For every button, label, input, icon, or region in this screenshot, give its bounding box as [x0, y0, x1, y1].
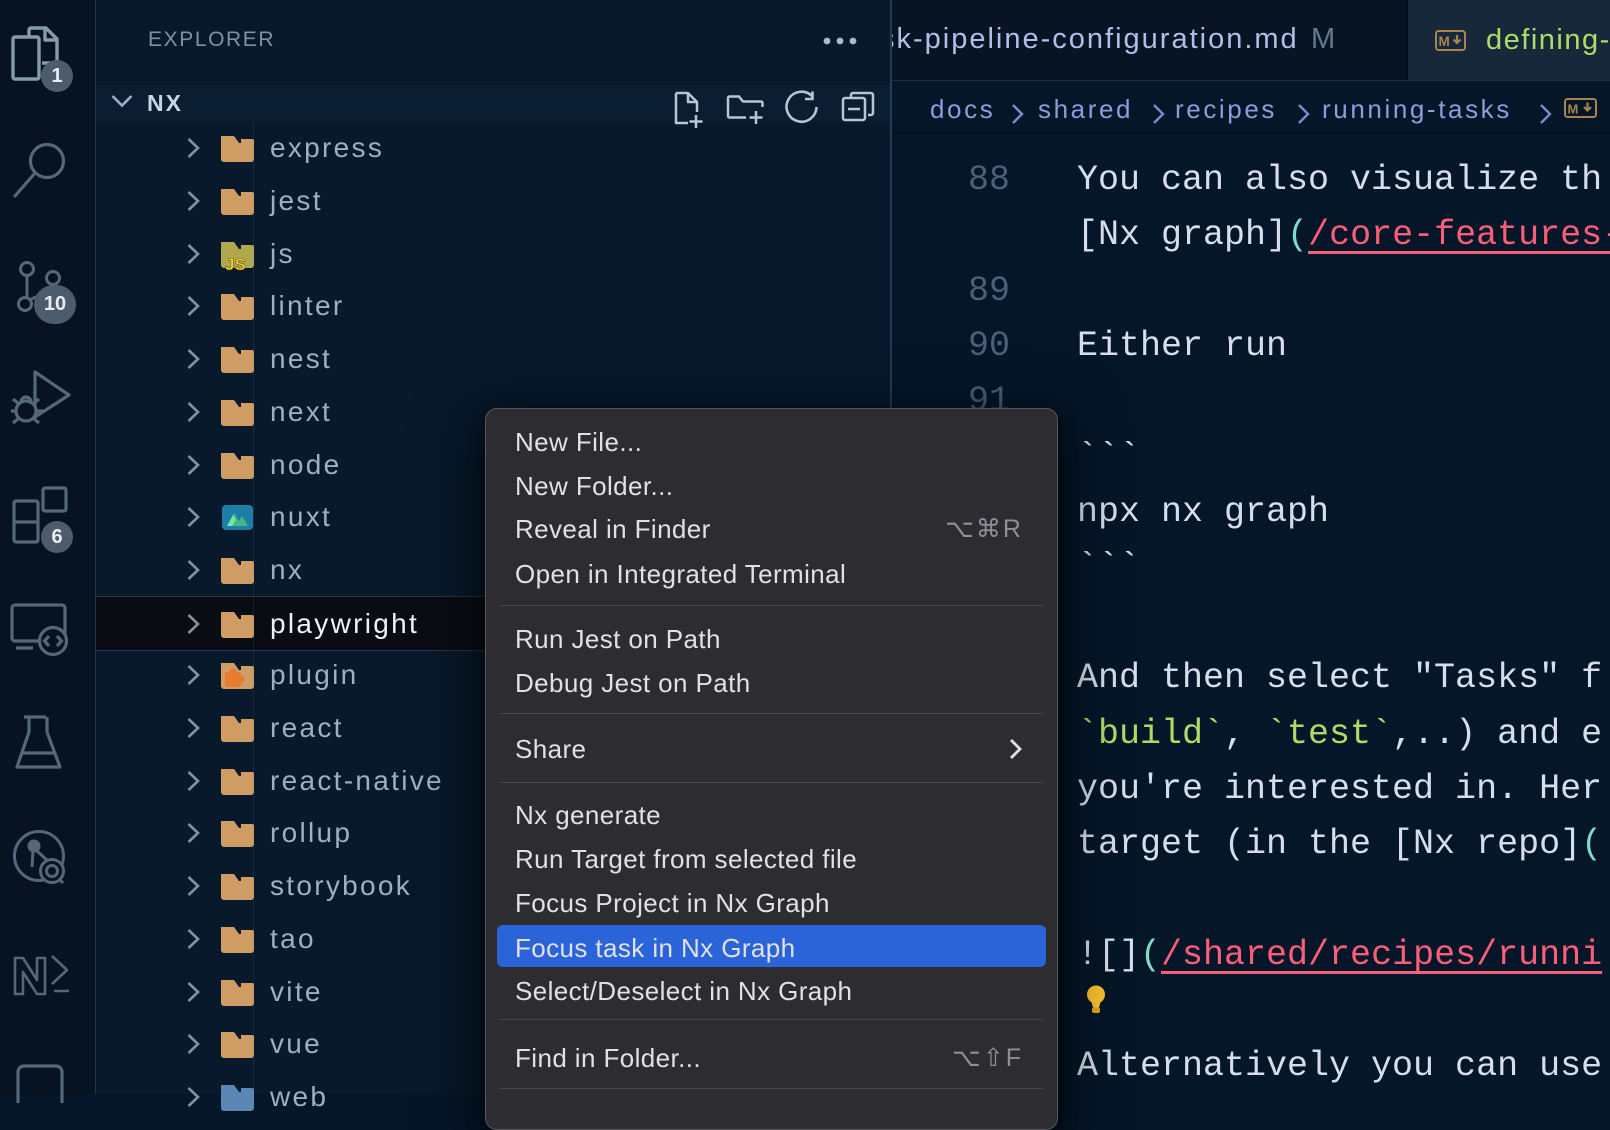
- svg-text:M: M: [1568, 102, 1581, 117]
- svg-text:M: M: [1439, 34, 1450, 49]
- svg-text:JS: JS: [225, 255, 246, 271]
